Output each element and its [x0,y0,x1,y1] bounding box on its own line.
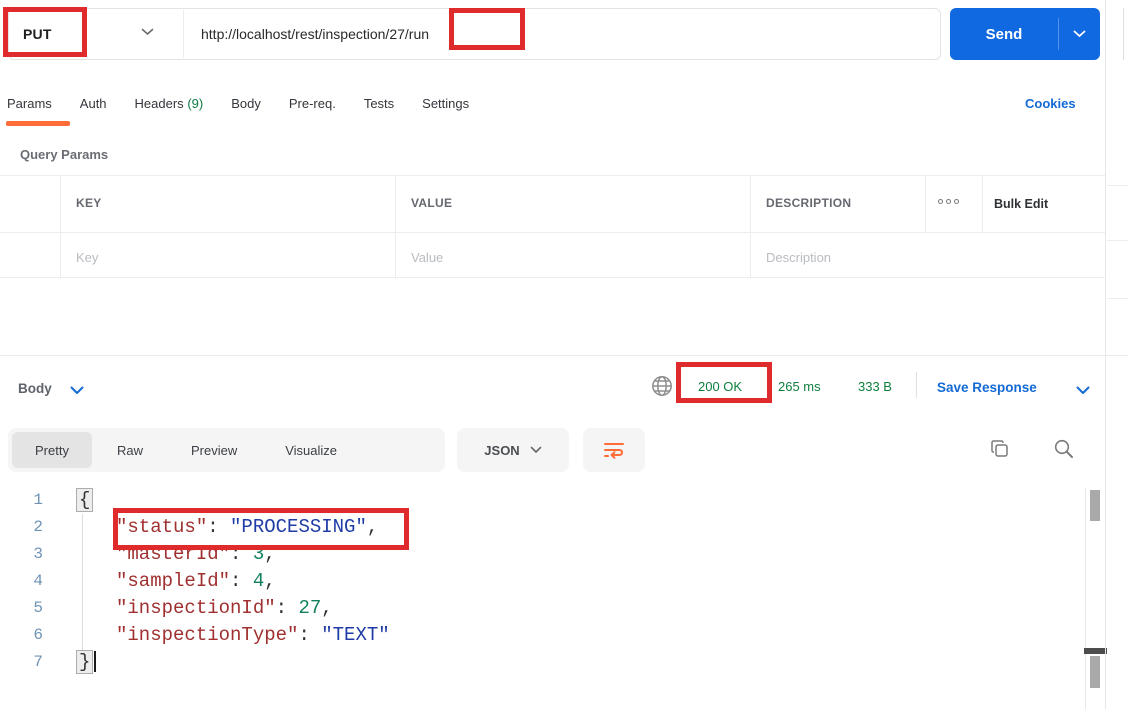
copy-response-icon[interactable] [990,439,1010,459]
column-header-key: KEY [76,196,102,210]
code-content: "masterId": 3, [52,541,276,568]
code-content: { [52,487,93,514]
tab-headers-label: Headers [135,96,184,111]
query-params-heading: Query Params [20,147,108,162]
tab-body[interactable]: Body [231,96,261,111]
code-scrollbar-thumb[interactable] [1090,656,1100,688]
headers-count-badge: (9) [187,96,203,111]
chevron-down-icon[interactable] [141,28,154,36]
wrap-lines-button[interactable] [583,428,645,472]
line-number: 2 [0,514,52,541]
code-line: 3 "masterId": 3, [0,541,1083,568]
column-header-value: VALUE [411,196,452,210]
line-number: 1 [0,487,52,514]
divider [925,175,926,232]
format-dropdown-value: JSON [484,443,519,458]
request-tabs: Params Auth Headers (9) Body Pre-req. Te… [7,88,469,118]
network-globe-icon [651,375,673,397]
divider [183,10,184,58]
chevron-down-icon[interactable] [70,386,84,395]
line-number: 4 [0,568,52,595]
active-tab-indicator [6,121,70,126]
send-options-chevron-icon[interactable] [1059,8,1100,60]
code-content: "inspectionType": "TEXT" [52,622,390,649]
more-actions-icon[interactable] [938,199,959,204]
divider [1107,185,1128,186]
method-value: PUT [23,26,52,42]
divider [0,232,1105,233]
code-scrollbar-mark [1084,648,1107,654]
chevron-down-icon [530,446,542,454]
line-number: 3 [0,541,52,568]
save-response-button[interactable]: Save Response [937,380,1037,395]
code-line: 6 "inspectionType": "TEXT" [0,622,1083,649]
divider [0,175,1105,176]
response-time: 265 ms [778,379,821,394]
divider [1107,240,1128,241]
divider [982,175,983,232]
send-button[interactable]: Send [950,8,1100,60]
divider [395,175,396,277]
view-visualize-button[interactable]: Visualize [262,432,360,468]
tab-tests[interactable]: Tests [364,96,394,111]
panel-border [1105,0,1106,709]
code-content: "status": "PROCESSING", [52,514,378,541]
cookies-link[interactable]: Cookies [1025,88,1076,118]
response-body-dropdown-label[interactable]: Body [18,381,52,396]
view-preview-button[interactable]: Preview [168,432,260,468]
divider [750,175,751,277]
format-dropdown[interactable]: JSON [457,428,569,472]
divider [0,277,1105,278]
tab-auth[interactable]: Auth [80,96,107,111]
code-line: 2 "status": "PROCESSING", [0,514,1083,541]
description-input-placeholder[interactable]: Description [766,250,831,265]
postman-request-window: PUT http://localhost/rest/inspection/27/… [0,0,1128,709]
response-view-switcher: Pretty Raw Preview Visualize [8,428,445,472]
chevron-down-icon[interactable] [1076,386,1090,395]
divider [916,372,917,398]
line-number: 5 [0,595,52,622]
divider [1107,298,1128,299]
key-input-placeholder[interactable]: Key [76,250,98,265]
url-input[interactable]: http://localhost/rest/inspection/27/run [201,9,429,59]
code-content: "inspectionId": 27, [52,595,333,622]
code-line: 7 } [0,649,1083,676]
code-scrollbar-thumb[interactable] [1090,490,1100,521]
response-status-badge: 200 OK [698,379,742,394]
search-icon[interactable] [1053,438,1075,460]
view-raw-button[interactable]: Raw [94,432,166,468]
tab-settings[interactable]: Settings [422,96,469,111]
divider [0,355,1128,356]
line-number: 7 [0,649,52,676]
code-line: 4 "sampleId": 4, [0,568,1083,595]
code-line: 1 { [0,487,1083,514]
view-pretty-button[interactable]: Pretty [12,432,92,468]
response-body-editor[interactable]: 1 { 2 "status": "PROCESSING", 3 "masterI… [0,487,1083,676]
request-url-bar: PUT http://localhost/rest/inspection/27/… [8,8,941,60]
wrap-lines-icon [602,440,626,460]
code-scrollbar-track[interactable] [1085,488,1086,709]
indent-guide [82,514,83,650]
code-content: "sampleId": 4, [52,568,276,595]
tab-pre-request[interactable]: Pre-req. [289,96,336,111]
code-content: } [52,649,96,676]
text-cursor [94,651,96,672]
value-input-placeholder[interactable]: Value [411,250,443,265]
column-header-description: DESCRIPTION [766,196,851,210]
send-button-label: Send [950,8,1058,60]
divider [60,175,61,277]
tab-headers[interactable]: Headers (9) [135,96,204,111]
response-size: 333 B [858,379,892,394]
method-selector[interactable]: PUT [23,9,52,59]
code-line: 5 "inspectionId": 27, [0,595,1083,622]
divider [1123,8,1124,60]
bulk-edit-button[interactable]: Bulk Edit [994,197,1048,211]
line-number: 6 [0,622,52,649]
tab-params[interactable]: Params [7,96,52,111]
